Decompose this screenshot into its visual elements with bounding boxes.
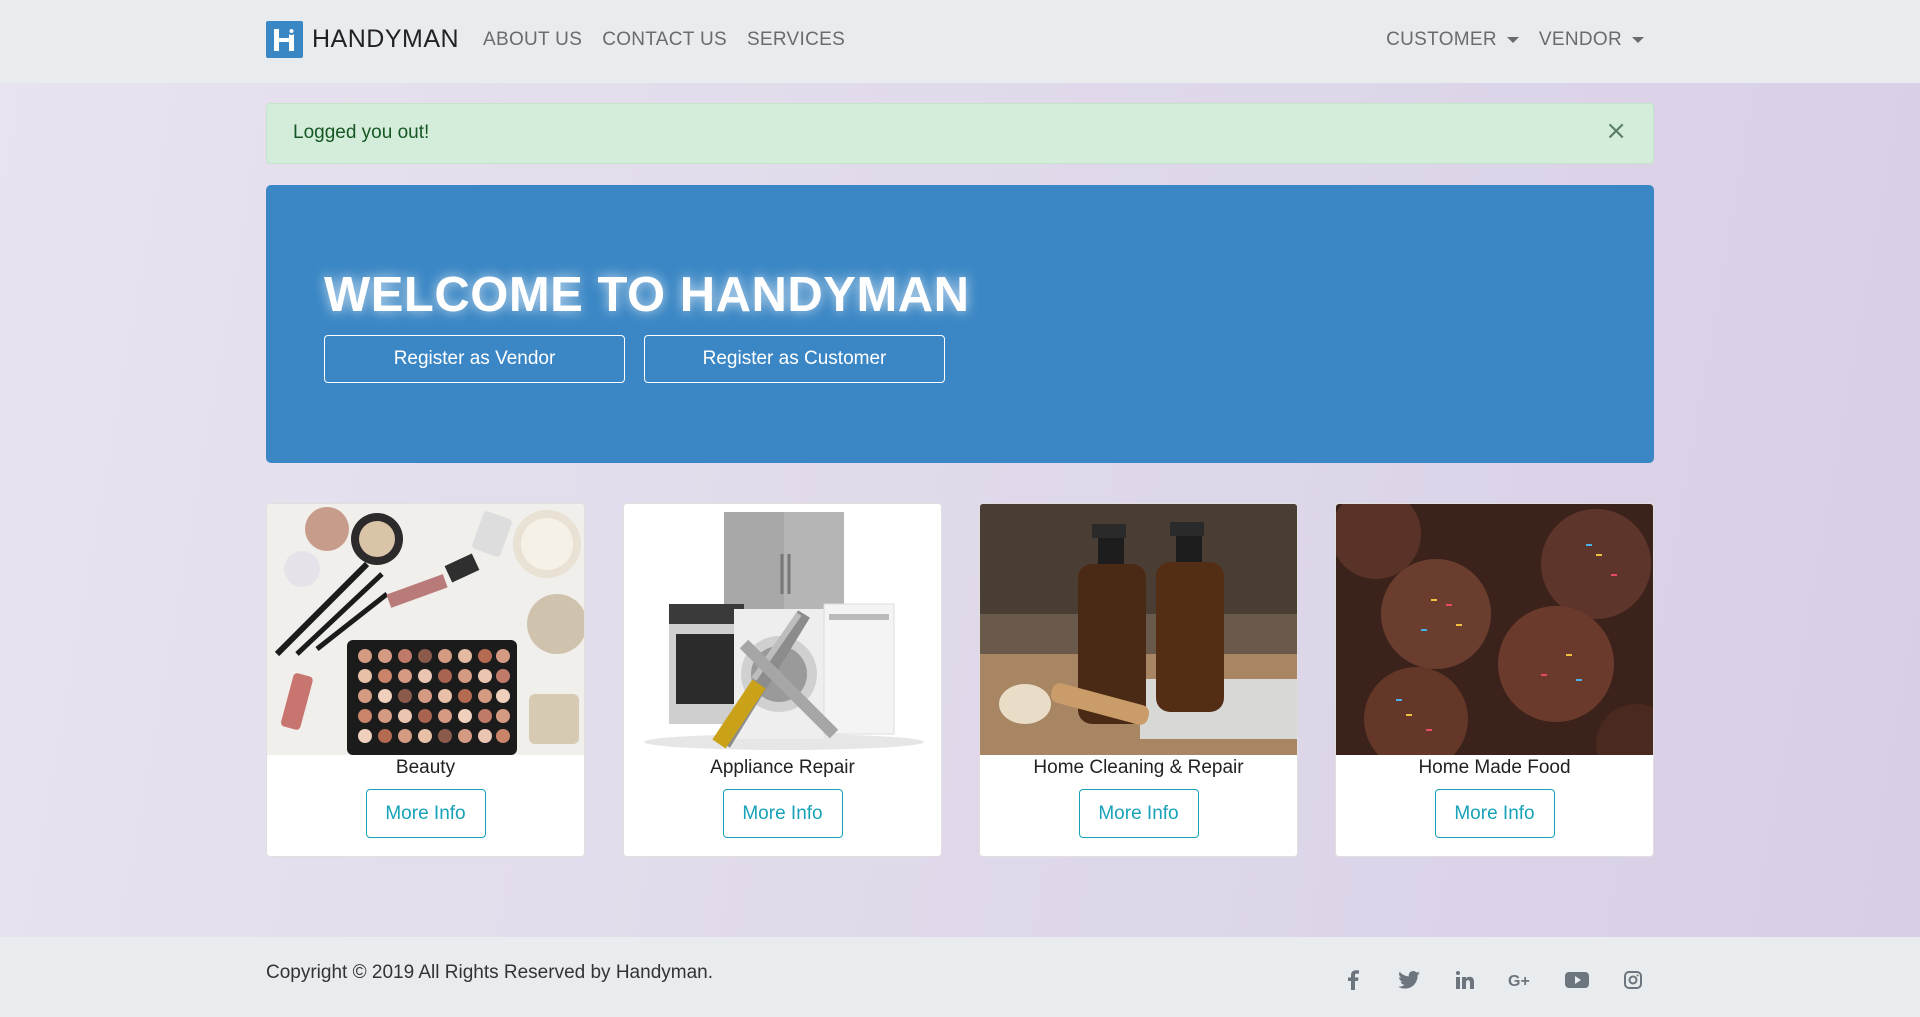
more-info-button[interactable]: More Info — [1078, 789, 1199, 838]
logout-alert: Logged you out! × — [266, 103, 1654, 164]
close-icon[interactable]: × — [1605, 118, 1627, 144]
page-title: WELCOME TO HANDYMAN — [324, 268, 970, 322]
more-info-button[interactable]: More Info — [365, 789, 486, 838]
facebook-icon[interactable] — [1340, 967, 1366, 993]
home-cleaning-image — [980, 504, 1297, 755]
social-links: G+ — [1340, 967, 1646, 993]
welcome-jumbotron: WELCOME TO HANDYMAN Register as Vendor R… — [266, 185, 1654, 463]
svg-text:G+: G+ — [1508, 973, 1530, 989]
card-title: Home Cleaning & Repair — [1033, 757, 1244, 778]
nav-services[interactable]: SERVICES — [747, 29, 845, 51]
chevron-down-icon — [1632, 37, 1644, 43]
handyman-logo-icon — [266, 21, 303, 58]
alert-message: Logged you out! — [293, 122, 430, 143]
twitter-icon[interactable] — [1396, 967, 1422, 993]
instagram-icon[interactable] — [1620, 967, 1646, 993]
chevron-down-icon — [1506, 37, 1519, 43]
youtube-icon[interactable] — [1564, 967, 1590, 993]
card-title: Beauty — [395, 757, 456, 778]
register-customer-button[interactable]: Register as Customer — [644, 335, 945, 383]
google-plus-icon[interactable]: G+ — [1508, 967, 1534, 993]
vendor-dropdown-label: VENDOR — [1538, 29, 1622, 50]
home-made-food-image — [1336, 504, 1653, 755]
copyright-text: Copyright © 2019 All Rights Reserved by … — [266, 962, 714, 983]
customer-dropdown-label: CUSTOMER — [1386, 29, 1497, 50]
footer: Copyright © 2019 All Rights Reserved by … — [0, 937, 1920, 1017]
brand-link[interactable]: HANDYMAN — [266, 21, 459, 58]
more-info-button[interactable]: More Info — [722, 789, 843, 838]
service-card-appliance-repair: Appliance Repair More Info — [623, 503, 942, 857]
service-card-home-cleaning: Home Cleaning & Repair More Info — [979, 503, 1298, 857]
linkedin-icon[interactable] — [1452, 967, 1478, 993]
register-vendor-button[interactable]: Register as Vendor — [324, 335, 625, 383]
beauty-image — [267, 504, 584, 755]
card-title: Home Made Food — [1418, 757, 1571, 778]
service-card-home-made-food: Home Made Food More Info — [1335, 503, 1654, 857]
brand-name: HANDYMAN — [312, 25, 460, 53]
nav-about-us[interactable]: ABOUT US — [483, 29, 582, 51]
account-nav: CUSTOMER VENDOR — [1386, 29, 1644, 51]
nav-contact-us[interactable]: CONTACT US — [602, 29, 727, 51]
service-card-beauty: Beauty More Info — [266, 503, 585, 857]
appliance-repair-image — [624, 504, 941, 755]
navbar: HANDYMAN ABOUT US CONTACT US SERVICES CU… — [0, 0, 1920, 83]
more-info-button[interactable]: More Info — [1434, 789, 1555, 838]
main-nav: ABOUT US CONTACT US SERVICES — [483, 29, 845, 51]
customer-dropdown[interactable]: CUSTOMER — [1386, 29, 1519, 51]
vendor-dropdown[interactable]: VENDOR — [1539, 29, 1644, 51]
card-title: Appliance Repair — [710, 757, 855, 778]
